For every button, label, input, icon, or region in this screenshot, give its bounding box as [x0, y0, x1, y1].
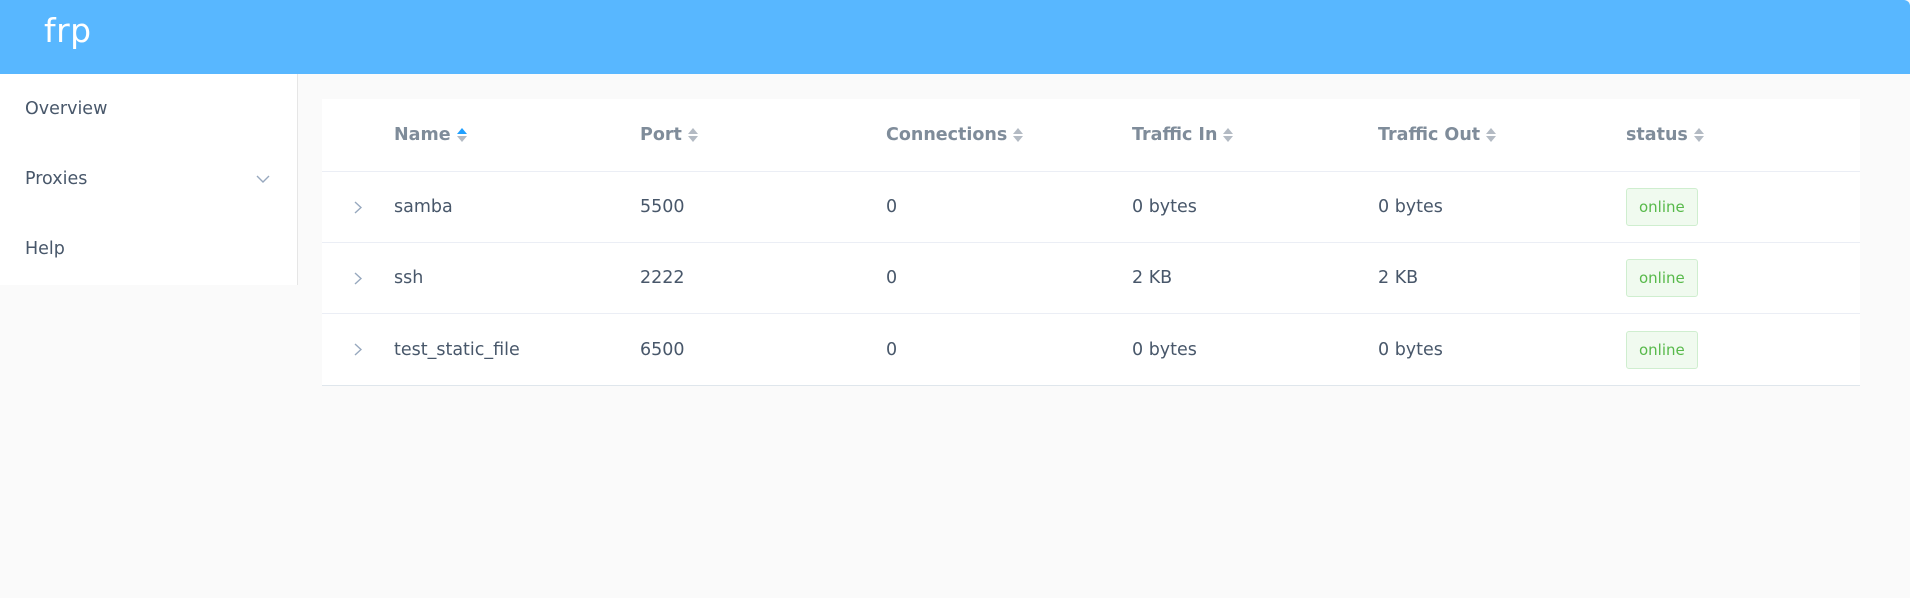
cell-traffic-out: 0 bytes	[1378, 339, 1443, 360]
chevron-right-icon[interactable]	[348, 172, 368, 242]
cell-status: online	[1626, 172, 1698, 242]
table-row: test_static_file 6500 0 0 bytes 0 bytes …	[322, 314, 1860, 385]
table-header-row: Name Port Connections Traffic In Traffic…	[322, 99, 1860, 172]
cell-connections: 0	[886, 339, 898, 360]
sort-caret-icon[interactable]	[456, 128, 467, 142]
cell-traffic-in: 0 bytes	[1132, 197, 1197, 217]
chevron-down-icon[interactable]	[256, 144, 270, 214]
status-badge: online	[1626, 188, 1698, 226]
column-header-traffic-out[interactable]: Traffic Out	[1378, 99, 1497, 171]
cell-traffic-out: 2 KB	[1378, 268, 1419, 288]
sort-caret-icon[interactable]	[1693, 128, 1704, 142]
table-row: samba 5500 0 0 bytes 0 bytes online	[322, 172, 1860, 243]
sort-caret-icon[interactable]	[1486, 128, 1497, 142]
column-header-traffic-in[interactable]: Traffic In	[1132, 99, 1234, 171]
sidebar-menu: Overview Proxies Help	[0, 74, 298, 285]
cell-traffic-in: 2 KB	[1132, 268, 1173, 288]
sidebar-item-overview[interactable]: Overview	[0, 74, 297, 144]
column-header-connections[interactable]: Connections	[886, 99, 1024, 171]
cell-traffic-in: 0 bytes	[1132, 339, 1197, 360]
column-header-status[interactable]: status	[1626, 99, 1704, 171]
cell-connections: 0	[886, 268, 898, 288]
status-badge: online	[1626, 330, 1698, 369]
cell-status: online	[1626, 243, 1698, 313]
brand-logo-text[interactable]: frp	[44, 11, 92, 50]
proxies-table: Name Port Connections Traffic In Traffic…	[322, 99, 1860, 386]
cell-port: 2222	[640, 268, 685, 288]
column-header-port[interactable]: Port	[640, 99, 698, 171]
cell-name: test_static_file	[394, 339, 520, 360]
cell-traffic-out: 0 bytes	[1378, 197, 1443, 217]
cell-name: ssh	[394, 268, 424, 288]
sort-caret-icon[interactable]	[1013, 128, 1024, 142]
top-header: frp	[0, 0, 1910, 74]
sidebar-item-label: Help	[25, 239, 65, 259]
sidebar-item-proxies[interactable]: Proxies	[0, 144, 297, 214]
sidebar-item-label: Overview	[25, 99, 108, 119]
cell-connections: 0	[886, 197, 898, 217]
column-header-name[interactable]: Name	[394, 99, 467, 171]
chevron-right-icon[interactable]	[348, 314, 368, 385]
table-row: ssh 2222 0 2 KB 2 KB online	[322, 243, 1860, 314]
sidebar-item-label: Proxies	[25, 169, 88, 189]
sidebar-item-help[interactable]: Help	[0, 214, 297, 284]
app-window: frp Overview Proxies Help Name Port Conn…	[0, 0, 1910, 598]
cell-status: online	[1626, 314, 1698, 385]
chevron-right-icon[interactable]	[348, 243, 368, 313]
cell-port: 5500	[640, 197, 685, 217]
cell-name: samba	[394, 197, 453, 217]
sort-caret-icon[interactable]	[1223, 128, 1234, 142]
cell-port: 6500	[640, 339, 685, 360]
status-badge: online	[1626, 259, 1698, 297]
sort-caret-icon[interactable]	[687, 128, 698, 142]
